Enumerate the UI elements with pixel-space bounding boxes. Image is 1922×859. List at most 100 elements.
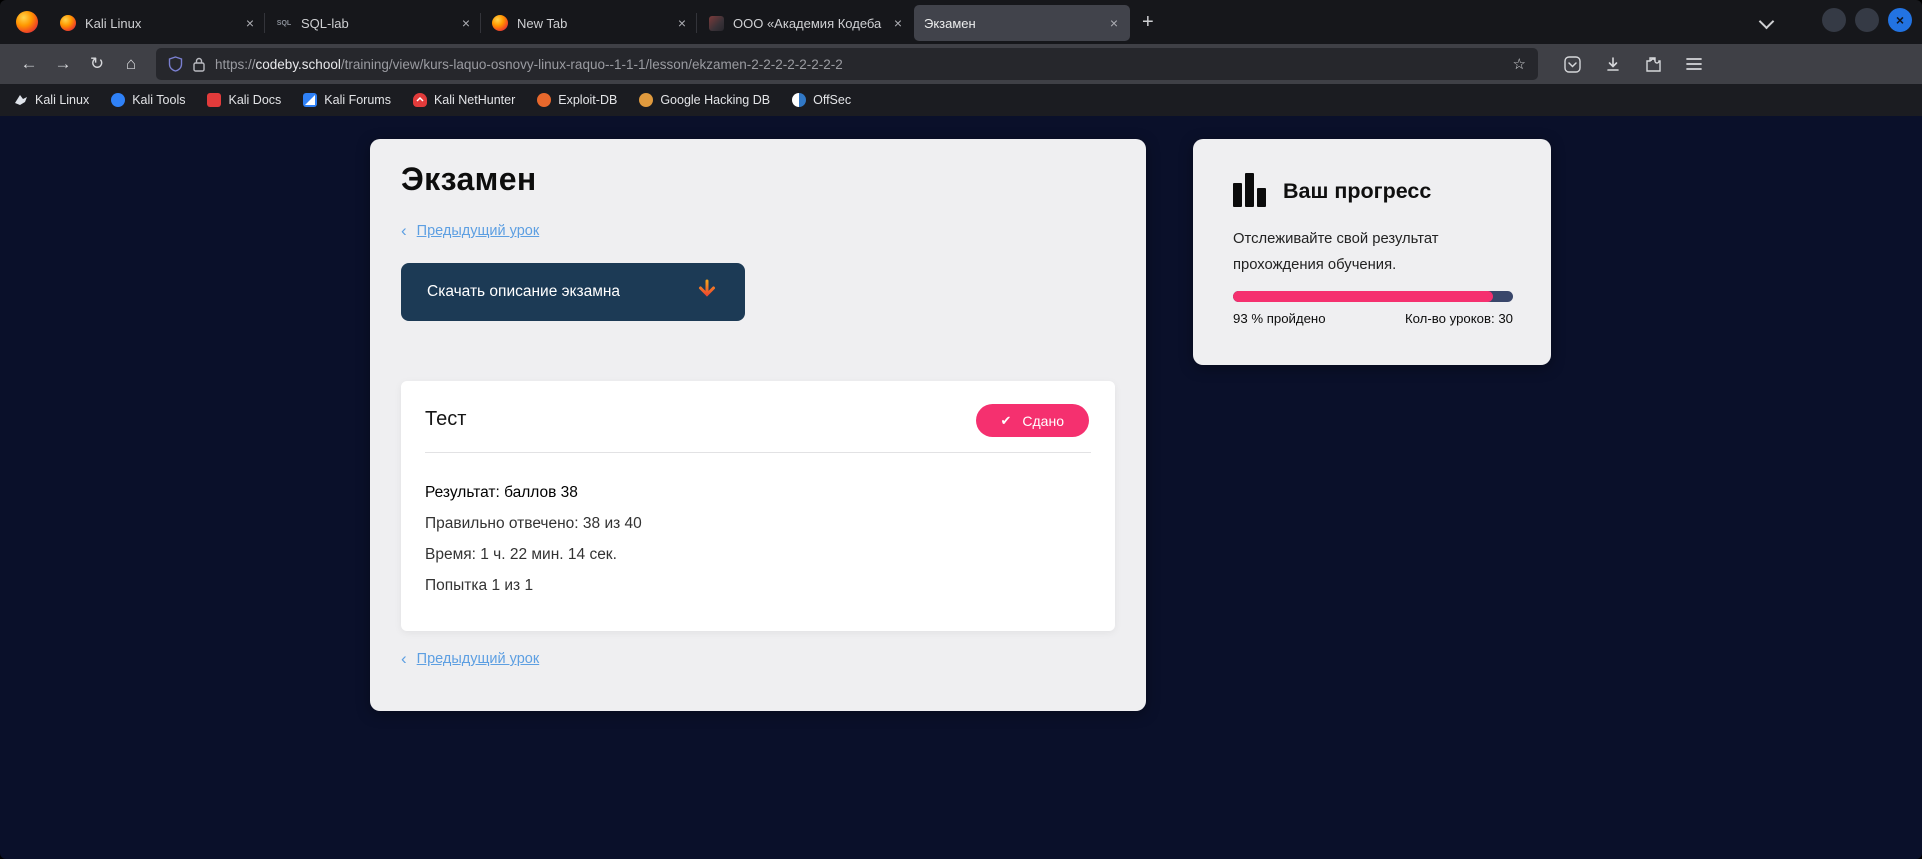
browser-window: Kali Linux × SQL SQL-lab × New Tab × ООО… xyxy=(0,0,1922,859)
bookmark-google-hacking-db[interactable]: Google Hacking DB xyxy=(639,93,770,107)
progress-card: Ваш прогресс Отслеживайте свой результат… xyxy=(1193,139,1551,365)
tab-academy-codeby[interactable]: ООО «Академия Кодеба × xyxy=(698,5,914,41)
bookmarks-toolbar: Kali Linux Kali Tools Kali Docs Kali For… xyxy=(0,84,1922,116)
result-correct-line: Правильно отвечено: 38 из 40 xyxy=(425,515,642,533)
bookmark-label: Kali Docs xyxy=(228,93,281,107)
codeby-favicon-icon xyxy=(708,15,724,31)
window-controls: × xyxy=(1822,8,1912,32)
bookmark-kali-forums[interactable]: Kali Forums xyxy=(303,93,391,107)
page-content: Экзамен ‹ Предыдущий урок Скачать описан… xyxy=(0,116,1922,859)
test-result-card: Тест ✔ Сдано Результат: баллов 38 Правил… xyxy=(401,381,1115,631)
chevron-left-icon: ‹ xyxy=(401,221,407,241)
firefox-logo-icon xyxy=(16,11,38,33)
bookmark-kali-linux[interactable]: Kali Linux xyxy=(14,93,89,107)
result-attempt-line: Попытка 1 из 1 xyxy=(425,577,533,595)
forward-icon[interactable]: → xyxy=(46,54,80,74)
tab-title: ООО «Академия Кодеба xyxy=(733,16,886,31)
kali-nethunter-icon xyxy=(413,93,427,107)
pocket-icon[interactable] xyxy=(1564,56,1581,73)
downloads-icon[interactable] xyxy=(1605,56,1621,73)
bookmark-exploit-db[interactable]: Exploit-DB xyxy=(537,93,617,107)
bookmark-label: Kali Linux xyxy=(35,93,89,107)
tracking-protection-shield-icon[interactable] xyxy=(168,56,183,72)
download-exam-description-button[interactable]: Скачать описание экзамна xyxy=(401,263,745,321)
reload-icon[interactable]: ↻ xyxy=(80,54,114,74)
minimize-button[interactable] xyxy=(1822,8,1846,32)
progress-bar-fill xyxy=(1233,291,1493,302)
tab-kali-linux[interactable]: Kali Linux × xyxy=(50,5,266,41)
tab-title: New Tab xyxy=(517,16,670,31)
url-scheme: https:// xyxy=(215,57,256,72)
toolbar-right-icons xyxy=(1564,56,1702,73)
google-hacking-db-icon xyxy=(639,93,653,107)
bookmark-kali-nethunter[interactable]: Kali NetHunter xyxy=(413,93,515,107)
test-title: Тест xyxy=(425,408,466,431)
sql-favicon-icon: SQL xyxy=(276,15,292,31)
progress-bar xyxy=(1233,291,1513,302)
new-tab-button[interactable]: + xyxy=(1130,12,1166,32)
bookmark-kali-docs[interactable]: Kali Docs xyxy=(207,93,281,107)
firefox-favicon-icon xyxy=(492,15,508,31)
lessons-count-label: Кол-во уроков: 30 xyxy=(1405,311,1513,326)
previous-lesson-label: Предыдущий урок xyxy=(417,651,540,667)
tab-title: SQL-lab xyxy=(301,16,454,31)
tab-new-tab[interactable]: New Tab × xyxy=(482,5,698,41)
check-icon: ✔ xyxy=(1001,413,1012,429)
bookmark-label: Exploit-DB xyxy=(558,93,617,107)
maximize-button[interactable] xyxy=(1855,8,1879,32)
bookmark-kali-tools[interactable]: Kali Tools xyxy=(111,93,185,107)
tab-title: Kali Linux xyxy=(85,16,238,31)
close-window-button[interactable]: × xyxy=(1888,8,1912,32)
progress-percent-label: 93 % пройдено xyxy=(1233,311,1326,326)
kali-dragon-icon xyxy=(14,93,28,107)
bookmark-star-icon[interactable]: ☆ xyxy=(1513,55,1526,73)
bookmark-label: Kali Tools xyxy=(132,93,185,107)
tab-title: Экзамен xyxy=(924,16,1102,31)
exploit-db-icon xyxy=(537,93,551,107)
tab-close-icon[interactable]: × xyxy=(1108,15,1120,31)
menu-hamburger-icon[interactable] xyxy=(1686,57,1702,71)
tab-close-icon[interactable]: × xyxy=(460,15,472,31)
page-title: Экзамен xyxy=(401,161,537,198)
download-button-label: Скачать описание экзамна xyxy=(427,283,620,301)
exam-card: Экзамен ‹ Предыдущий урок Скачать описан… xyxy=(370,139,1146,711)
navigation-toolbar: ← → ↻ ⌂ https://codeby.school/training/v… xyxy=(0,44,1922,84)
firefox-favicon-icon xyxy=(60,15,76,31)
result-score-line: Результат: баллов 38 xyxy=(425,484,578,502)
chevron-down-icon[interactable] xyxy=(1761,16,1772,27)
tab-close-icon[interactable]: × xyxy=(244,15,256,31)
kali-forums-icon xyxy=(303,93,317,107)
result-time-line: Время: 1 ч. 22 мин. 14 сек. xyxy=(425,546,617,564)
bookmark-offsec[interactable]: OffSec xyxy=(792,93,851,107)
tab-exam-active[interactable]: Экзамен × xyxy=(914,5,1130,41)
url-text[interactable]: https://codeby.school/training/view/kurs… xyxy=(215,57,1505,72)
url-path: /training/view/kurs-laquo-osnovy-linux-r… xyxy=(341,57,843,72)
bar-chart-icon xyxy=(1233,172,1269,207)
bookmark-label: Kali Forums xyxy=(324,93,391,107)
tab-bar: Kali Linux × SQL SQL-lab × New Tab × ООО… xyxy=(0,0,1922,44)
url-bar[interactable]: https://codeby.school/training/view/kurs… xyxy=(156,48,1538,80)
status-badge-passed: ✔ Сдано xyxy=(976,404,1090,437)
home-icon[interactable]: ⌂ xyxy=(114,54,148,74)
offsec-icon xyxy=(792,93,806,107)
progress-labels: 93 % пройдено Кол-во уроков: 30 xyxy=(1233,311,1513,326)
back-icon[interactable]: ← xyxy=(12,54,46,74)
kali-docs-icon xyxy=(207,93,221,107)
status-label: Сдано xyxy=(1022,413,1064,429)
download-icon xyxy=(695,279,719,305)
chevron-left-icon: ‹ xyxy=(401,649,407,669)
tab-sql-lab[interactable]: SQL SQL-lab × xyxy=(266,5,482,41)
bookmark-label: Google Hacking DB xyxy=(660,93,770,107)
previous-lesson-link-bottom[interactable]: ‹ Предыдущий урок xyxy=(401,649,539,669)
previous-lesson-label: Предыдущий урок xyxy=(417,223,540,239)
progress-title: Ваш прогресс xyxy=(1283,179,1431,204)
tab-close-icon[interactable]: × xyxy=(892,15,904,31)
lock-icon[interactable] xyxy=(193,57,205,72)
bookmark-label: Kali NetHunter xyxy=(434,93,515,107)
bookmark-label: OffSec xyxy=(813,93,851,107)
divider xyxy=(425,452,1091,453)
previous-lesson-link-top[interactable]: ‹ Предыдущий урок xyxy=(401,221,539,241)
extensions-puzzle-icon[interactable] xyxy=(1645,56,1662,73)
url-host: codeby.school xyxy=(256,57,341,72)
tab-close-icon[interactable]: × xyxy=(676,15,688,31)
